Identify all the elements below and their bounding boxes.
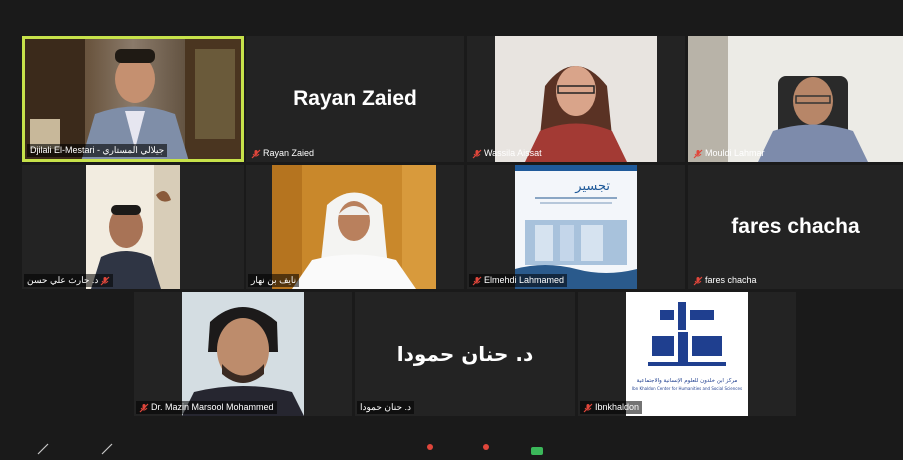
video-tile-elmehdi[interactable]: تجسير Elmehdi Lahmamed (467, 165, 685, 289)
participant-name-label: د. حارث علي حسن (24, 274, 114, 287)
participant-name: Rayan Zaied (263, 148, 315, 158)
video-tile-wassila[interactable]: Wassila Aissat (467, 36, 685, 162)
mic-muted-icon (583, 403, 593, 413)
meeting-toolbar (0, 440, 903, 456)
video-tile-mouldi[interactable]: Mouldi Lahmar (688, 36, 903, 162)
mic-muted-icon (693, 276, 703, 286)
participant-name: نايف بن نهار (251, 275, 297, 285)
participant-video (86, 165, 180, 289)
participant-video (688, 36, 903, 162)
participant-name: د. حارث علي حسن (27, 275, 99, 285)
participant-name-label: Dr. Mazin Marsool Mohammed (136, 401, 277, 414)
participant-name-label: Rayan Zaied (248, 147, 317, 160)
top-bar (0, 0, 903, 34)
chat-icon[interactable] (476, 442, 490, 454)
video-tile-fares[interactable]: fares chacha fares chacha (688, 165, 903, 289)
mic-muted-icon (472, 149, 482, 159)
participant-name: Ibnkhaldon (595, 402, 640, 412)
participant-name-label: Djilali El-Mestari - جيلالي المستاري (27, 144, 168, 157)
book-cover-image: تجسير (515, 165, 637, 289)
participant-name-label: fares chacha (690, 274, 760, 287)
participant-name: Mouldi Lahmar (705, 148, 765, 158)
participant-name-label: Elmehdi Lahmamed (469, 274, 568, 287)
video-tile-nayef[interactable]: نايف بن نهار (246, 165, 464, 289)
participant-name: fares chacha (705, 275, 757, 285)
participant-video (495, 36, 657, 162)
stop-video-icon[interactable] (100, 442, 114, 455)
participant-name-label: د. حنان حمودا (357, 401, 415, 414)
video-tile-rayan[interactable]: Rayan Zaied Rayan Zaied (246, 36, 464, 162)
video-tile-mazin[interactable]: Dr. Mazin Marsool Mohammed (134, 292, 352, 416)
participants-icon[interactable] (420, 442, 434, 454)
video-tile-ibnkhaldon[interactable]: مركز ابن خلدون للعلوم الإنسانية والاجتما… (578, 292, 796, 416)
participant-name: Djilali El-Mestari - جيلالي المستاري (30, 145, 165, 155)
mic-muted-icon (693, 149, 703, 159)
logo-subtitle-ar: مركز ابن خلدون للعلوم الإنسانية والاجتما… (637, 377, 738, 384)
mic-muted-icon (139, 403, 149, 413)
participant-display-name: د. حنان حمودا (396, 342, 534, 366)
mic-muted-icon (472, 276, 482, 286)
logo-subtitle-en: Ibn Khaldon Center for Humanities and So… (632, 386, 742, 391)
participant-name: Wassila Aissat (484, 148, 542, 158)
participant-name-label: Mouldi Lahmar (690, 147, 768, 160)
video-tile-harith[interactable]: د. حارث علي حسن (22, 165, 244, 289)
participant-video (182, 292, 304, 416)
mic-muted-icon (100, 276, 110, 286)
participant-video (272, 165, 436, 289)
participant-name-label: Ibnkhaldon (580, 401, 643, 414)
participant-name-label: نايف بن نهار (248, 274, 300, 287)
participant-display-name: fares chacha (731, 215, 860, 238)
participant-video (25, 39, 241, 159)
participant-name: Elmehdi Lahmamed (484, 275, 565, 285)
book-title: تجسير (574, 179, 610, 194)
mute-icon[interactable] (36, 442, 50, 455)
share-screen-icon[interactable] (530, 442, 544, 455)
participant-name: Dr. Mazin Marsool Mohammed (151, 402, 274, 412)
video-tile-hanan[interactable]: د. حنان حمودا د. حنان حمودا (355, 292, 575, 416)
video-tile-djilali[interactable]: Djilali El-Mestari - جيلالي المستاري (22, 36, 244, 162)
participant-name: د. حنان حمودا (360, 402, 412, 412)
center-logo-image: مركز ابن خلدون للعلوم الإنسانية والاجتما… (626, 292, 748, 416)
participant-name-label: Wassila Aissat (469, 147, 545, 160)
mic-muted-icon (251, 149, 261, 159)
participant-display-name: Rayan Zaied (293, 87, 417, 110)
